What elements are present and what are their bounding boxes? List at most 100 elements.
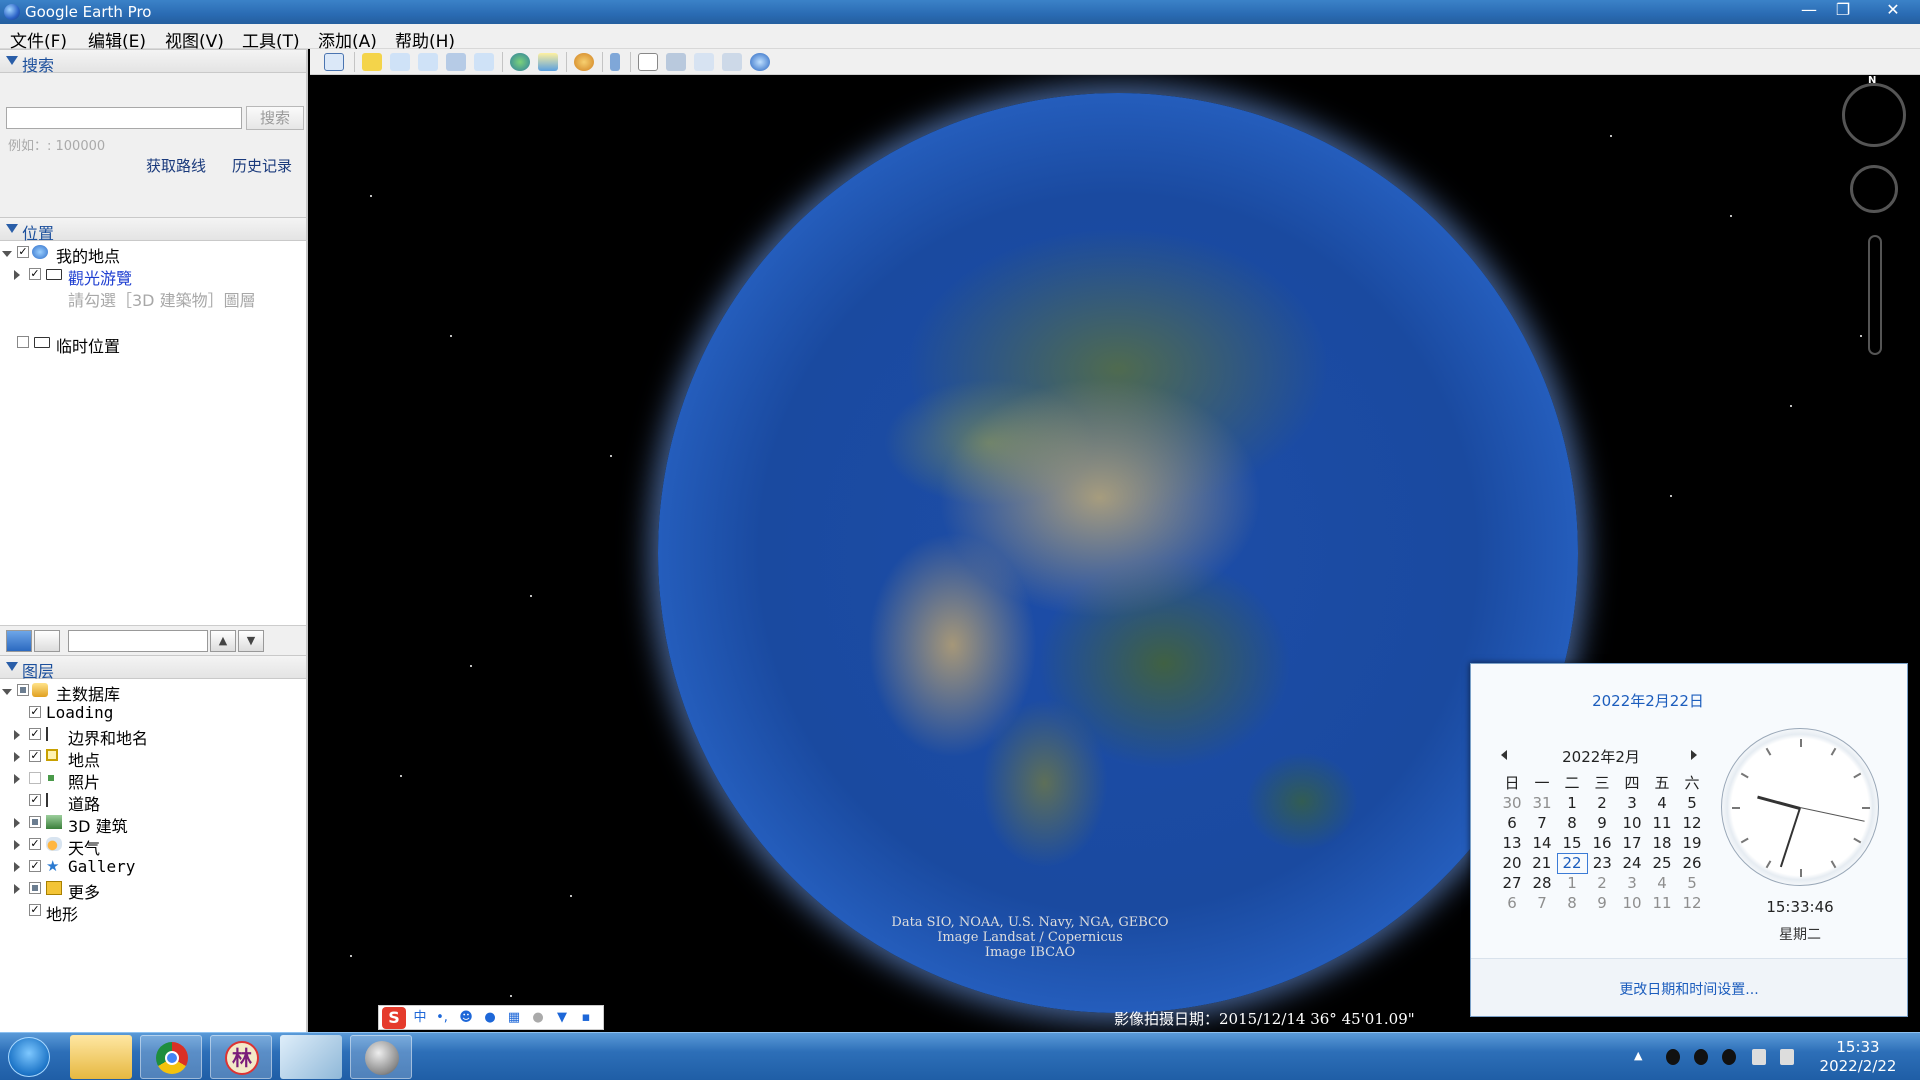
google-earth-pro-taskbar-icon[interactable] — [350, 1035, 412, 1079]
network-icon[interactable] — [1780, 1049, 1794, 1065]
calendar-day[interactable]: 14 — [1527, 833, 1557, 853]
checkbox[interactable]: ✓ — [29, 728, 41, 740]
history-link[interactable]: 历史记录 — [232, 155, 292, 176]
calendar-day[interactable]: 18 — [1647, 833, 1677, 853]
notepad-icon[interactable] — [280, 1035, 342, 1079]
places-section-header[interactable]: 位置 — [0, 217, 306, 241]
move-joystick[interactable] — [1850, 165, 1898, 213]
checkbox[interactable] — [29, 772, 41, 784]
calendar-day[interactable]: 28 — [1527, 873, 1557, 893]
expand-icon[interactable] — [14, 752, 20, 762]
calendar-day[interactable]: 12 — [1677, 813, 1707, 833]
calendar-day[interactable]: 23 — [1587, 853, 1617, 873]
search-places-icon[interactable] — [6, 630, 32, 652]
calendar-day[interactable]: 20 — [1497, 853, 1527, 873]
calendar-day[interactable]: 2 — [1587, 873, 1617, 893]
calendar-date-title[interactable]: 2022年2月22日 — [1471, 690, 1825, 711]
calendar-day[interactable]: 17 — [1617, 833, 1647, 853]
checkbox[interactable] — [29, 882, 41, 894]
show-hidden-icons[interactable]: ▲ — [1634, 1049, 1642, 1062]
checkbox[interactable]: ✓ — [29, 750, 41, 762]
tray-clock[interactable]: 15:33 2022/2/22 — [1808, 1038, 1908, 1076]
microphone-icon[interactable]: ● — [483, 1010, 497, 1026]
calendar-day[interactable]: 5 — [1677, 873, 1707, 893]
calendar-day[interactable]: 11 — [1647, 893, 1677, 913]
calendar-day[interactable]: 10 — [1617, 813, 1647, 833]
search-input[interactable] — [6, 107, 242, 129]
expand-icon[interactable] — [14, 730, 20, 740]
calendar-day[interactable]: 8 — [1557, 813, 1587, 833]
calendar-day[interactable]: 15 — [1557, 833, 1587, 853]
ruler-icon[interactable] — [610, 53, 620, 71]
user-icon[interactable]: ● — [531, 1010, 545, 1026]
calendar-day[interactable]: 11 — [1647, 813, 1677, 833]
add-polygon-icon[interactable] — [390, 53, 410, 71]
tree-row-temp-places[interactable]: 临时位置 — [0, 333, 300, 355]
calendar-day[interactable]: 22 — [1557, 853, 1587, 873]
add-placemark-icon[interactable] — [362, 53, 382, 71]
calendar-day[interactable]: 24 — [1617, 853, 1647, 873]
calendar-day[interactable]: 21 — [1527, 853, 1557, 873]
qq-icon[interactable] — [1722, 1049, 1736, 1065]
expand-icon[interactable] — [14, 270, 20, 280]
layer-row-weather[interactable]: ✓ 天气 — [0, 835, 300, 857]
expand-icon[interactable] — [14, 840, 20, 850]
earth-icon[interactable] — [750, 53, 770, 71]
layer-row-3d-buildings[interactable]: 3D 建筑 — [0, 813, 300, 835]
calendar-day[interactable]: 4 — [1647, 793, 1677, 813]
layer-row-photos[interactable]: 照片 — [0, 769, 300, 791]
search-button[interactable]: 搜索 — [246, 106, 304, 130]
move-down-icon[interactable]: ▼ — [238, 630, 264, 652]
layer-row-roads[interactable]: ✓ 道路 — [0, 791, 300, 813]
ime-mode-icon[interactable]: 中 — [413, 1010, 427, 1026]
checkbox[interactable]: ✓ — [29, 706, 41, 718]
prev-month-icon[interactable] — [1501, 750, 1507, 760]
expand-icon[interactable] — [2, 251, 12, 257]
search-section-header[interactable]: 搜索 — [0, 49, 306, 73]
email-icon[interactable] — [638, 53, 658, 71]
calendar-day[interactable]: 7 — [1527, 813, 1557, 833]
checkbox[interactable] — [29, 816, 41, 828]
calendar-day[interactable]: 30 — [1497, 793, 1527, 813]
lin-app-icon[interactable]: 林 — [210, 1035, 272, 1079]
sidebar-toggle-icon[interactable] — [324, 53, 344, 71]
layer-row-terrain[interactable]: ✓ 地形 — [0, 901, 300, 923]
tree-row-my-places[interactable]: ✓ 我的地点 — [0, 243, 300, 265]
checkbox[interactable]: ✓ — [29, 794, 41, 806]
save-image-icon[interactable] — [694, 53, 714, 71]
calendar-day[interactable]: 2 — [1587, 793, 1617, 813]
start-button[interactable] — [8, 1037, 50, 1077]
calendar-day[interactable]: 1 — [1557, 873, 1587, 893]
keyboard-icon[interactable]: ▦ — [507, 1010, 521, 1026]
volume-muted-icon[interactable] — [1752, 1049, 1766, 1065]
zoom-slider[interactable] — [1868, 235, 1882, 355]
expand-icon[interactable] — [14, 774, 20, 784]
planets-icon[interactable] — [574, 53, 594, 71]
close-button[interactable]: ✕ — [1870, 0, 1916, 22]
layer-row-loading[interactable]: ✓ Loading — [0, 703, 300, 725]
calendar-day[interactable]: 6 — [1497, 893, 1527, 913]
calendar-day[interactable]: 7 — [1527, 893, 1557, 913]
checkbox[interactable]: ✓ — [29, 904, 41, 916]
file-explorer-icon[interactable] — [70, 1035, 132, 1079]
checkbox[interactable] — [17, 684, 29, 696]
minimize-button[interactable]: — — [1792, 0, 1826, 22]
calendar-day[interactable]: 4 — [1647, 873, 1677, 893]
qq-icon[interactable] — [1694, 1049, 1708, 1065]
calendar-day[interactable]: 3 — [1617, 873, 1647, 893]
expand-icon[interactable] — [14, 862, 20, 872]
layer-row-primary-db[interactable]: 主数据库 — [0, 681, 300, 703]
checkbox[interactable] — [17, 336, 29, 348]
month-label[interactable]: 2022年2月 — [1541, 746, 1661, 767]
calendar-day[interactable]: 1 — [1557, 793, 1587, 813]
view-in-maps-icon[interactable] — [722, 53, 742, 71]
skin-icon[interactable]: ▼ — [555, 1010, 569, 1026]
calendar-day[interactable]: 26 — [1677, 853, 1707, 873]
calendar-day[interactable]: 6 — [1497, 813, 1527, 833]
calendar-day[interactable]: 27 — [1497, 873, 1527, 893]
punctuation-icon[interactable]: •, — [435, 1010, 449, 1026]
move-up-icon[interactable]: ▲ — [210, 630, 236, 652]
toolbox-icon[interactable]: ▪ — [579, 1010, 593, 1026]
checkbox[interactable]: ✓ — [29, 860, 41, 872]
record-tour-icon[interactable] — [474, 53, 494, 71]
